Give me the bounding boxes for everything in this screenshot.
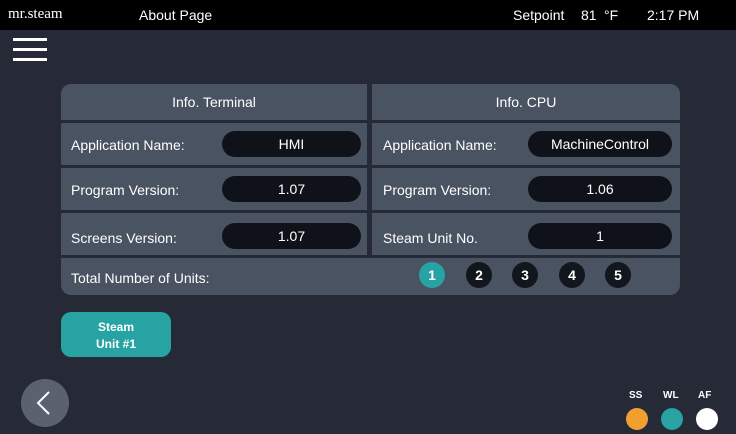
cpu-app-name-label: Application Name:	[383, 137, 497, 153]
terminal-screens-version-label: Screens Version:	[71, 230, 177, 246]
back-button[interactable]	[21, 379, 69, 427]
steam-unit-no-value: 1	[528, 223, 672, 249]
unit-button-1[interactable]: 1	[419, 262, 445, 288]
clock: 2:17 PM	[647, 7, 700, 23]
row-divider	[61, 210, 680, 213]
total-units-label: Total Number of Units:	[71, 270, 210, 286]
cpu-app-name-value: MachineControl	[528, 131, 672, 157]
wl-indicator-dot	[661, 408, 683, 430]
terminal-header: Info. Terminal	[172, 94, 256, 110]
unit-button-4[interactable]: 4	[559, 262, 585, 288]
setpoint-unit: °F	[604, 7, 619, 23]
ss-indicator-label: SS	[629, 390, 643, 401]
unit-button-5[interactable]: 5	[605, 262, 631, 288]
steam-unit-button-line2: Unit #1	[95, 337, 136, 351]
brand-logo: mr.steam	[8, 6, 63, 22]
row-divider	[61, 255, 680, 258]
chevron-left-icon	[36, 391, 50, 415]
column-divider	[367, 84, 372, 256]
steam-unit-button[interactable]: Steam Unit #1	[61, 312, 171, 357]
terminal-program-version-value: 1.07	[222, 176, 361, 202]
wl-indicator-label: WL	[663, 390, 679, 401]
menu-button[interactable]	[13, 38, 47, 64]
info-panel: Info. Terminal Info. CPU Application Nam…	[61, 84, 680, 295]
af-indicator-dot	[696, 408, 718, 430]
cpu-header: Info. CPU	[495, 94, 557, 110]
terminal-program-version-label: Program Version:	[71, 182, 180, 198]
steam-unit-button-line1: Steam	[97, 320, 135, 334]
ss-indicator-dot	[626, 408, 648, 430]
hamburger-icon	[13, 38, 47, 41]
terminal-app-name-value: HMI	[222, 131, 361, 157]
row-divider	[61, 120, 680, 123]
setpoint-label: Setpoint	[513, 7, 565, 23]
steam-unit-no-label: Steam Unit No.	[383, 230, 478, 246]
unit-button-2[interactable]: 2	[466, 262, 492, 288]
cpu-program-version-value: 1.06	[528, 176, 672, 202]
cpu-program-version-label: Program Version:	[383, 182, 492, 198]
terminal-app-name-label: Application Name:	[71, 137, 185, 153]
row-divider	[61, 165, 680, 168]
af-indicator-label: AF	[698, 390, 712, 401]
terminal-screens-version-value: 1.07	[222, 223, 361, 249]
top-bar: mr.steam About Page Setpoint 81 °F 2:17 …	[0, 0, 736, 30]
unit-button-3[interactable]: 3	[512, 262, 538, 288]
page-title: About Page	[139, 7, 213, 23]
setpoint-value: 81	[581, 7, 597, 23]
